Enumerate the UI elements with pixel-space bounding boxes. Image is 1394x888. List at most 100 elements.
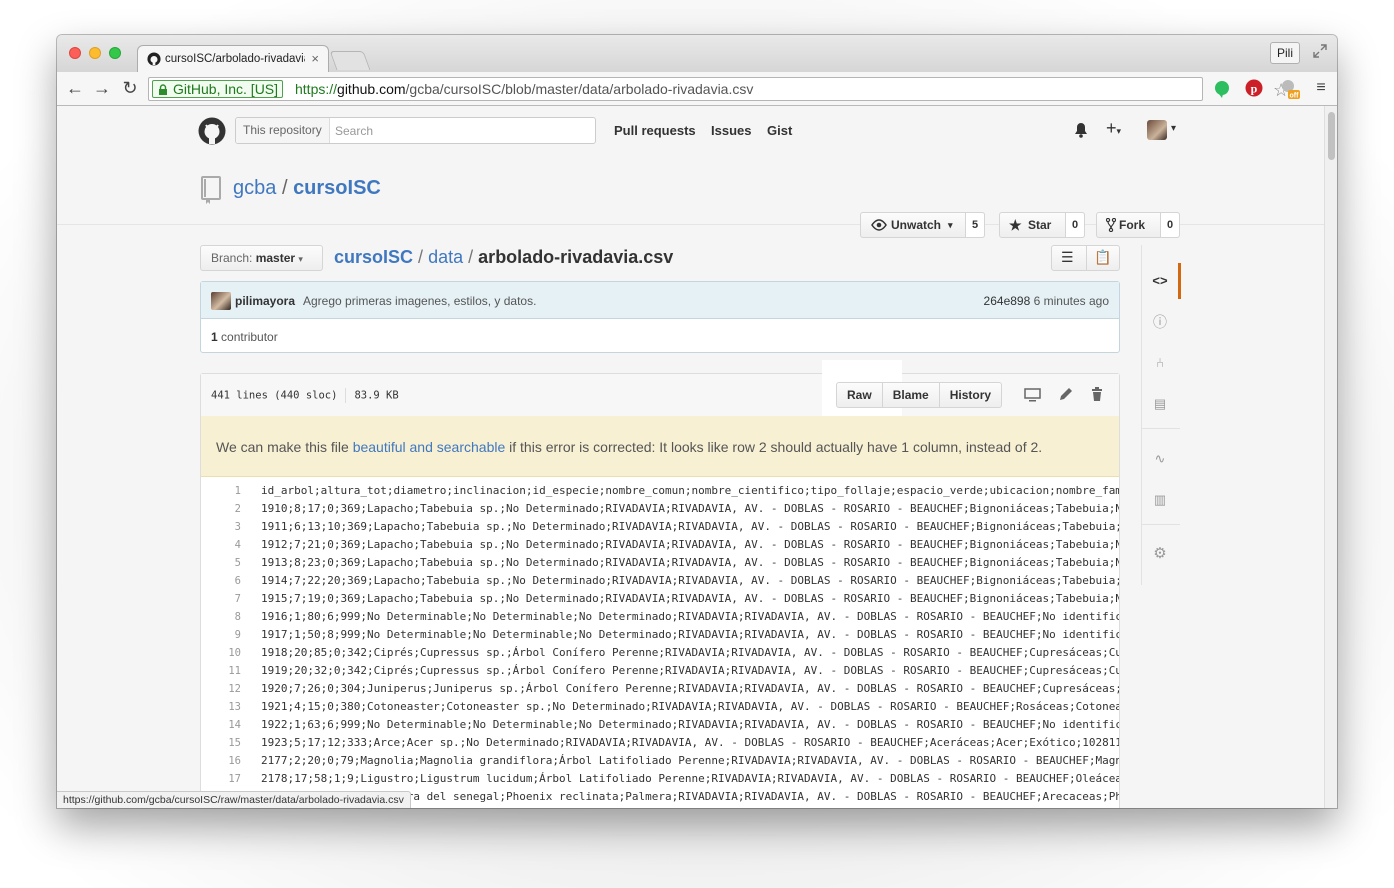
contributors-line[interactable]: 1 contributor — [211, 330, 278, 344]
commit-author[interactable]: pilimayora — [235, 294, 295, 308]
line-number[interactable]: 3 — [201, 518, 241, 536]
line-number[interactable]: 14 — [201, 716, 241, 734]
url-text: https://github.com/gcba/cursoISC/blob/ma… — [295, 81, 753, 97]
search-field[interactable]: This repository Search — [235, 117, 596, 144]
browser-window: cursoISC/arbolado-rivadavia × Pili ← → ↻… — [57, 35, 1337, 808]
back-icon[interactable]: ← — [65, 78, 85, 98]
browser-toolbar: ← → ↻ GitHub, Inc. [US] https://github.c… — [57, 72, 1337, 106]
menu-icon[interactable]: ≡ — [1311, 78, 1331, 98]
blame-button[interactable]: Blame — [883, 383, 940, 407]
wiki-tab-icon[interactable]: ▤ — [1149, 393, 1171, 415]
page-scrollbar[interactable] — [1324, 106, 1337, 808]
commit-meta: 264e898 6 minutes ago — [984, 294, 1109, 308]
forward-icon[interactable]: → — [92, 78, 112, 98]
line-number[interactable]: 17 — [201, 770, 241, 788]
profile-button[interactable]: Pili — [1270, 42, 1300, 64]
code-line: 12 1920;7;26;0;304;Juniperus;Juniperus sp… — [201, 680, 1119, 698]
fork-count[interactable]: 0 — [1160, 212, 1180, 238]
line-content: 1910;8;17;0;369;Lapacho;Tabebuia sp.;No … — [261, 502, 1119, 515]
line-number[interactable]: 5 — [201, 554, 241, 572]
star-count[interactable]: 0 — [1065, 212, 1085, 238]
line-number[interactable]: 10 — [201, 644, 241, 662]
issues-tab-icon[interactable]: ⓘ — [1149, 311, 1171, 333]
raw-button[interactable]: Raw — [837, 383, 883, 407]
breadcrumb-dir-link[interactable]: data — [428, 247, 463, 267]
line-number[interactable]: 8 — [201, 608, 241, 626]
line-number[interactable]: 11 — [201, 662, 241, 680]
fork-button[interactable]: Fork 0 — [1096, 212, 1180, 238]
list-icon[interactable]: ☰ — [1061, 249, 1074, 266]
tab-close-icon[interactable]: × — [311, 51, 319, 66]
nav-gist[interactable]: Gist — [767, 123, 792, 138]
breadcrumb-repo-link[interactable]: cursoISC — [334, 247, 413, 267]
github-favicon-icon — [147, 52, 161, 66]
window-maximize-button[interactable] — [109, 47, 121, 59]
reload-icon[interactable]: ↻ — [120, 78, 140, 98]
line-number[interactable]: 2 — [201, 500, 241, 518]
github-logo-icon[interactable] — [198, 117, 226, 145]
line-number[interactable]: 7 — [201, 590, 241, 608]
watch-count[interactable]: 5 — [965, 212, 985, 238]
line-number[interactable]: 4 — [201, 536, 241, 554]
line-number[interactable]: 1 — [201, 482, 241, 500]
address-bar[interactable]: GitHub, Inc. [US] https://github.com/gcb… — [148, 77, 1289, 101]
ev-certificate-badge[interactable]: GitHub, Inc. [US] — [152, 80, 284, 98]
code-line: 10 1918;20;85;0;342;Ciprés;Cupressus sp.;… — [201, 644, 1119, 662]
scrollbar-thumb[interactable] — [1328, 112, 1335, 160]
line-number[interactable]: 12 — [201, 680, 241, 698]
url-host: github.com — [337, 81, 406, 97]
pull-requests-tab-icon[interactable]: ⑃ — [1149, 352, 1171, 374]
tab-title: cursoISC/arbolado-rivadavia — [165, 53, 305, 65]
history-button[interactable]: History — [940, 383, 1001, 407]
code-line: 11 1919;20;32;0;342;Ciprés;Cupressus sp.;… — [201, 662, 1119, 680]
file-size: 83.9 KB — [354, 389, 399, 402]
fullscreen-icon[interactable] — [1313, 44, 1327, 58]
line-number[interactable]: 15 — [201, 734, 241, 752]
file-header: 441 lines (440 sloc) 83.9 KB Raw Blame Hist… — [201, 360, 1119, 428]
code-tab-icon[interactable]: <> — [1149, 270, 1171, 292]
repo-name-link[interactable]: cursoISC — [293, 177, 381, 199]
code-line: 14 1922;1;63;6;999;No Determinable;No Det… — [201, 716, 1119, 734]
new-tab-button[interactable] — [329, 51, 371, 70]
create-new-icon[interactable]: +▾ — [1106, 118, 1121, 139]
code-line: 6 1914;7;22;20;369;Lapacho;Tabebuia sp.;N… — [201, 572, 1119, 590]
trash-icon[interactable] — [1091, 387, 1103, 402]
window-close-button[interactable] — [69, 47, 81, 59]
evernote-extension-icon[interactable] — [1214, 80, 1230, 98]
star-button[interactable]: ★ Star 0 — [999, 212, 1085, 238]
commit-author-avatar[interactable] — [211, 292, 231, 310]
notifications-bell-icon[interactable] — [1074, 122, 1088, 138]
repo-owner-link[interactable]: gcba — [233, 177, 276, 199]
csv-error-banner: We can make this file beautiful and sear… — [201, 416, 1119, 477]
graphs-tab-icon[interactable]: ▥ — [1149, 489, 1171, 511]
nav-pull-requests[interactable]: Pull requests — [614, 123, 696, 138]
line-number[interactable]: 16 — [201, 752, 241, 770]
fork-icon — [1106, 218, 1116, 232]
avatar-dropdown-icon[interactable]: ▾ — [1171, 123, 1176, 134]
settings-tab-icon[interactable]: ⚙ — [1149, 543, 1171, 565]
unwatch-caret-icon: ▾ — [948, 220, 953, 230]
clipboard-icon[interactable]: 📋 — [1094, 249, 1111, 266]
window-minimize-button[interactable] — [89, 47, 101, 59]
commit-message[interactable]: Agrego primeras imagenes, estilos, y dat… — [303, 294, 536, 308]
extension-off-icon[interactable]: off — [1279, 78, 1301, 100]
unwatch-button[interactable]: Unwatch ▾ 5 — [860, 212, 985, 238]
line-number[interactable]: 13 — [201, 698, 241, 716]
branch-selector[interactable]: Branch: master ▾ — [200, 245, 323, 271]
line-content: 1913;8;23;0;369;Lapacho;Tabebuia sp.;No … — [261, 556, 1119, 569]
line-content: 1920;7;26;0;304;Juniperus;Juniperus sp.;… — [261, 682, 1119, 695]
user-avatar[interactable] — [1147, 120, 1167, 140]
line-number[interactable]: 9 — [201, 626, 241, 644]
pinterest-extension-icon[interactable]: p — [1245, 79, 1263, 97]
pulse-tab-icon[interactable]: ∿ — [1149, 448, 1171, 470]
fork-label: Fork — [1119, 218, 1146, 232]
line-content: 1915;7;19;0;369;Lapacho;Tabebuia sp.;No … — [261, 592, 1119, 605]
browser-tab[interactable]: cursoISC/arbolado-rivadavia × — [137, 45, 329, 72]
commit-tease: pilimayora Agrego primeras imagenes, est… — [200, 281, 1120, 353]
desktop-icon[interactable] — [1024, 388, 1041, 402]
commit-sha[interactable]: 264e898 — [984, 294, 1031, 308]
nav-issues[interactable]: Issues — [711, 123, 751, 138]
edit-pencil-icon[interactable] — [1058, 387, 1073, 402]
csv-error-link[interactable]: beautiful and searchable — [353, 439, 506, 455]
line-number[interactable]: 6 — [201, 572, 241, 590]
